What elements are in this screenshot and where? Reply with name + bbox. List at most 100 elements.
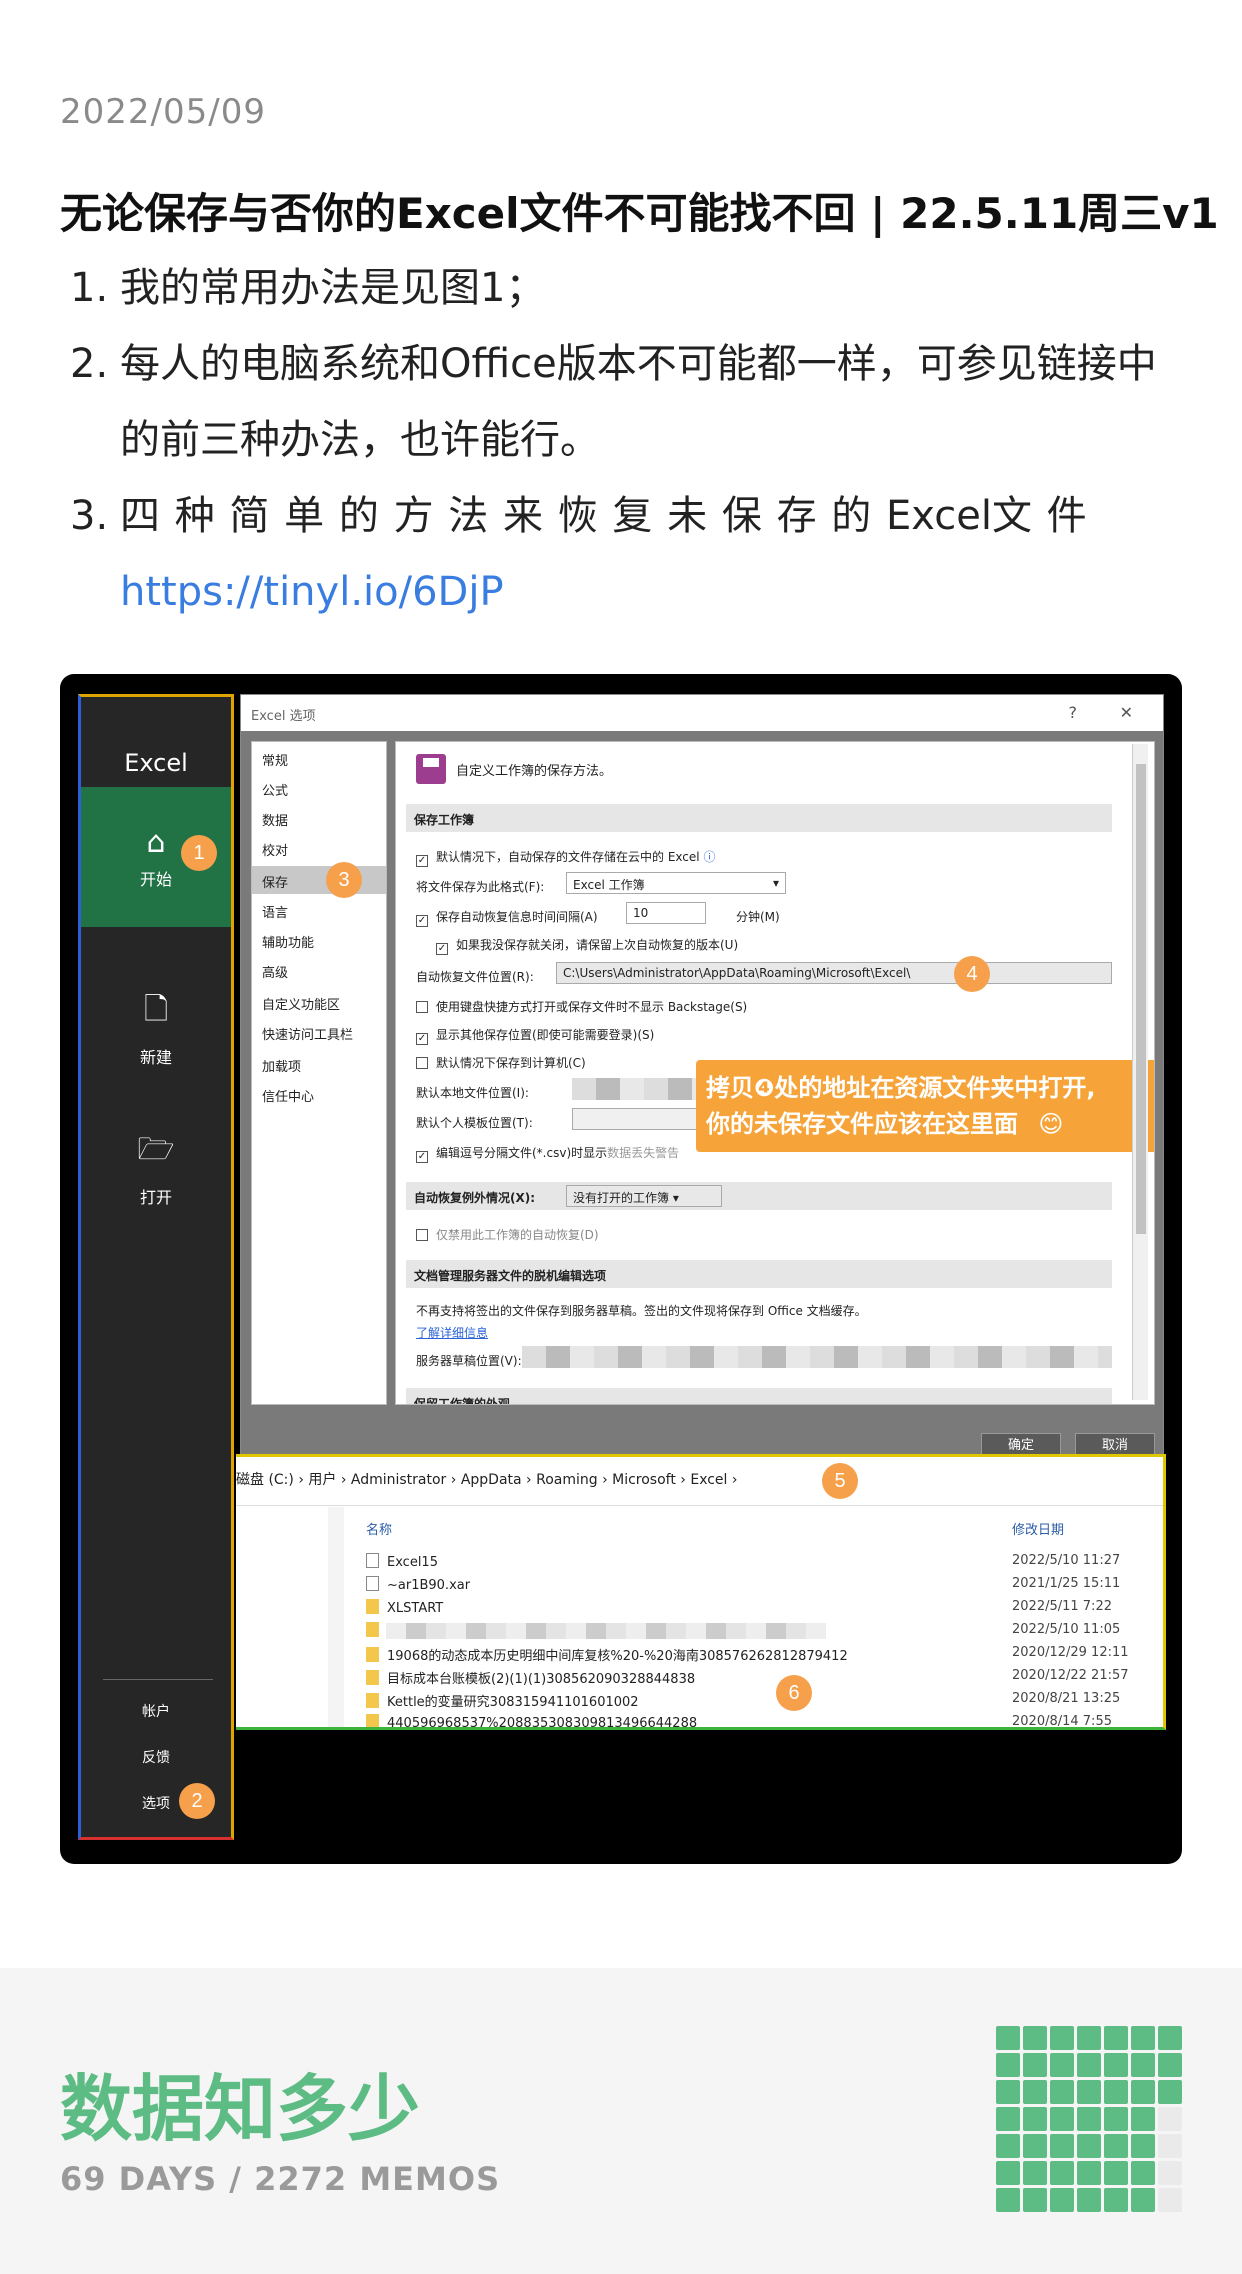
sidebar-item-open[interactable]: 🗁 打开 — [81, 1127, 231, 1208]
list-item[interactable]: ~ar1B90.xar — [366, 1576, 470, 1593]
sidebar-item-home[interactable]: ⌂ 开始 1 — [81, 787, 231, 927]
format-select[interactable]: Excel 工作簿 ▾ — [566, 872, 786, 894]
step-badge: 5 — [822, 1463, 858, 1499]
chevron-down-icon: ▾ — [672, 1191, 679, 1205]
nav-scrollbar[interactable] — [328, 1507, 344, 1727]
heatmap-cell — [1158, 2188, 1182, 2212]
option-disable-autorecover[interactable]: 仅禁用此工作簿的自动恢复(D) — [416, 1226, 599, 1243]
sidebar-item-feedback[interactable]: 反馈 — [81, 1747, 231, 1767]
list-item[interactable]: 440596968537%208835308309813496644288 — [366, 1714, 697, 1727]
heatmap-cell — [1131, 2134, 1155, 2158]
heatmap-cell — [1131, 2161, 1155, 2185]
heatmap-cell — [1023, 2161, 1047, 2185]
sidebar-item-new[interactable]: 🗋 新建 — [81, 987, 231, 1068]
close-icon[interactable]: ✕ — [1120, 703, 1133, 722]
content-scrollbar[interactable] — [1132, 744, 1148, 1400]
footer: 数据知多少 69 DAYS / 2272 MEMOS — [0, 1968, 1242, 2274]
nav-item-data[interactable]: 数据 — [262, 810, 288, 829]
heatmap-cell — [1131, 2107, 1155, 2131]
list-item[interactable] — [366, 1622, 387, 1639]
list-item[interactable]: 19068的动态成本历史明细中间库复核%20-%20海南308576262812… — [366, 1645, 848, 1664]
section-save-workbooks: 保存工作簿 — [406, 804, 1112, 832]
autorecover-minutes-input[interactable]: 10 — [626, 902, 706, 924]
workbook-select[interactable]: 没有打开的工作簿 ▾ — [566, 1185, 722, 1207]
checkbox-checked-icon: ✓ — [436, 943, 448, 955]
smile-emoji-icon: 😊 — [1038, 1110, 1064, 1138]
heatmap-cell — [1104, 2107, 1128, 2131]
excel-options-dialog: Excel 选项 ? ✕ 常规 公式 数据 校对 保存 3 语言 辅助功能 高级… — [240, 694, 1164, 1459]
section-appearance: 保留工作簿的外观 — [406, 1388, 1112, 1404]
file-date: 2021/1/25 15:11 — [1012, 1576, 1121, 1591]
options-content: 自定义工作簿的保存方法。 保存工作簿 ✓ 默认情况下，自动保存的文件存储在云中的 … — [395, 741, 1155, 1405]
nav-item-trust-center[interactable]: 信任中心 — [262, 1086, 314, 1105]
heatmap-cell — [1077, 2107, 1101, 2131]
autorecover-path-field[interactable]: C:\Users\Administrator\AppData\Roaming\M… — [556, 962, 1112, 984]
heatmap-cell — [1077, 2188, 1101, 2212]
column-date[interactable]: 修改日期 — [1012, 1519, 1064, 1538]
excel-backstage-sidebar: Excel ⌂ 开始 1 🗋 新建 🗁 打开 帐户 反馈 选项 2 — [78, 694, 234, 1840]
list-item[interactable]: Excel15 — [366, 1553, 438, 1570]
format-label: 将文件保存为此格式(F): — [416, 880, 545, 894]
autorecover-path-label: 自动恢复文件位置(R): — [416, 970, 534, 984]
option-autorecover[interactable]: ✓ 保存自动恢复信息时间间隔(A) — [416, 908, 598, 927]
activity-heatmap — [996, 2026, 1182, 2212]
nav-item-accessibility[interactable]: 辅助功能 — [262, 932, 314, 951]
heatmap-cell — [1077, 2080, 1101, 2104]
nav-item-customize-ribbon[interactable]: 自定义功能区 — [262, 994, 340, 1013]
nav-item-proofing[interactable]: 校对 — [262, 840, 288, 859]
heatmap-cell — [1077, 2161, 1101, 2185]
column-name[interactable]: 名称 — [366, 1519, 392, 1538]
list-item: 1. 我的常用办法是见图1； — [70, 265, 546, 311]
checkbox-checked-icon: ✓ — [416, 855, 428, 867]
redacted-drafts-path — [522, 1346, 1112, 1368]
nav-item-general[interactable]: 常规 — [262, 750, 288, 769]
option-show-more[interactable]: ✓ 显示其他保存位置(即使可能需要登录)(S) — [416, 1026, 654, 1045]
nav-item-language[interactable]: 语言 — [262, 902, 288, 921]
heatmap-cell — [996, 2026, 1020, 2050]
drafts-path-label: 服务器草稿位置(V): — [416, 1354, 522, 1368]
heatmap-cell — [1104, 2080, 1128, 2104]
heatmap-cell — [1104, 2026, 1128, 2050]
folder-icon — [366, 1647, 379, 1662]
heatmap-cell — [1050, 2134, 1074, 2158]
list-item[interactable]: XLSTART — [366, 1599, 443, 1616]
step-badge: 4 — [954, 956, 990, 992]
file-date: 2020/8/14 7:55 — [1012, 1714, 1112, 1729]
heatmap-cell — [1104, 2188, 1128, 2212]
new-document-icon: 🗋 — [143, 992, 169, 1027]
nav-item-advanced[interactable]: 高级 — [262, 962, 288, 981]
nav-item-save[interactable]: 保存 — [262, 872, 288, 891]
heatmap-cell — [1104, 2161, 1128, 2185]
option-csv[interactable]: ✓ 编辑逗号分隔文件(*.csv)时显示数据丢失警告 — [416, 1144, 679, 1163]
section-exceptions: 自动恢复例外情况(X): — [406, 1182, 1112, 1210]
heatmap-cell — [1158, 2053, 1182, 2077]
nav-item-formulas[interactable]: 公式 — [262, 780, 288, 799]
file-date: 2020/12/22 21:57 — [1012, 1668, 1129, 1683]
heatmap-cell — [1131, 2188, 1155, 2212]
recovery-link[interactable]: https://tinyl.io/6DjP — [120, 569, 504, 615]
help-icon[interactable]: ? — [1069, 703, 1078, 722]
file-date: 2022/5/11 7:22 — [1012, 1599, 1112, 1614]
list-item[interactable]: 目标成本台账模板(2)(1)(1)308562090328844838 — [366, 1668, 695, 1687]
breadcrumb[interactable]: 磁盘 (C:) › 用户 › Administrator › AppData ›… — [236, 1469, 738, 1489]
option-save-local[interactable]: 默认情况下保存到计算机(C) — [416, 1054, 586, 1071]
sidebar-divider — [103, 1679, 213, 1680]
option-cloud-default[interactable]: ✓ 默认情况下，自动保存的文件存储在云中的 Excel ⓘ — [416, 848, 715, 867]
nav-item-addins[interactable]: 加载项 — [262, 1056, 301, 1075]
heatmap-cell — [1023, 2188, 1047, 2212]
heatmap-cell — [996, 2188, 1020, 2212]
option-no-backstage[interactable]: 使用键盘快捷方式打开或保存文件时不显示 Backstage(S) — [416, 998, 747, 1015]
excel-brand: Excel — [124, 749, 188, 777]
chevron-down-icon: ▾ — [772, 876, 779, 890]
nav-item-quick-access[interactable]: 快速访问工具栏 — [262, 1024, 353, 1043]
checkbox-checked-icon: ✓ — [416, 1151, 428, 1163]
list-item[interactable]: Kettle的变量研究308315941101601002 — [366, 1691, 639, 1710]
learn-more-link[interactable]: 了解详细信息 — [416, 1324, 488, 1341]
sidebar-item-account[interactable]: 帐户 — [81, 1701, 231, 1721]
option-keep-last[interactable]: ✓ 如果我没保存就关闭，请保留上次自动恢复的版本(U) — [436, 936, 738, 955]
heatmap-cell — [996, 2080, 1020, 2104]
heatmap-cell — [1050, 2161, 1074, 2185]
heatmap-cell — [1023, 2134, 1047, 2158]
step-badge: 2 — [179, 1783, 215, 1819]
checkbox-icon — [416, 1057, 428, 1069]
